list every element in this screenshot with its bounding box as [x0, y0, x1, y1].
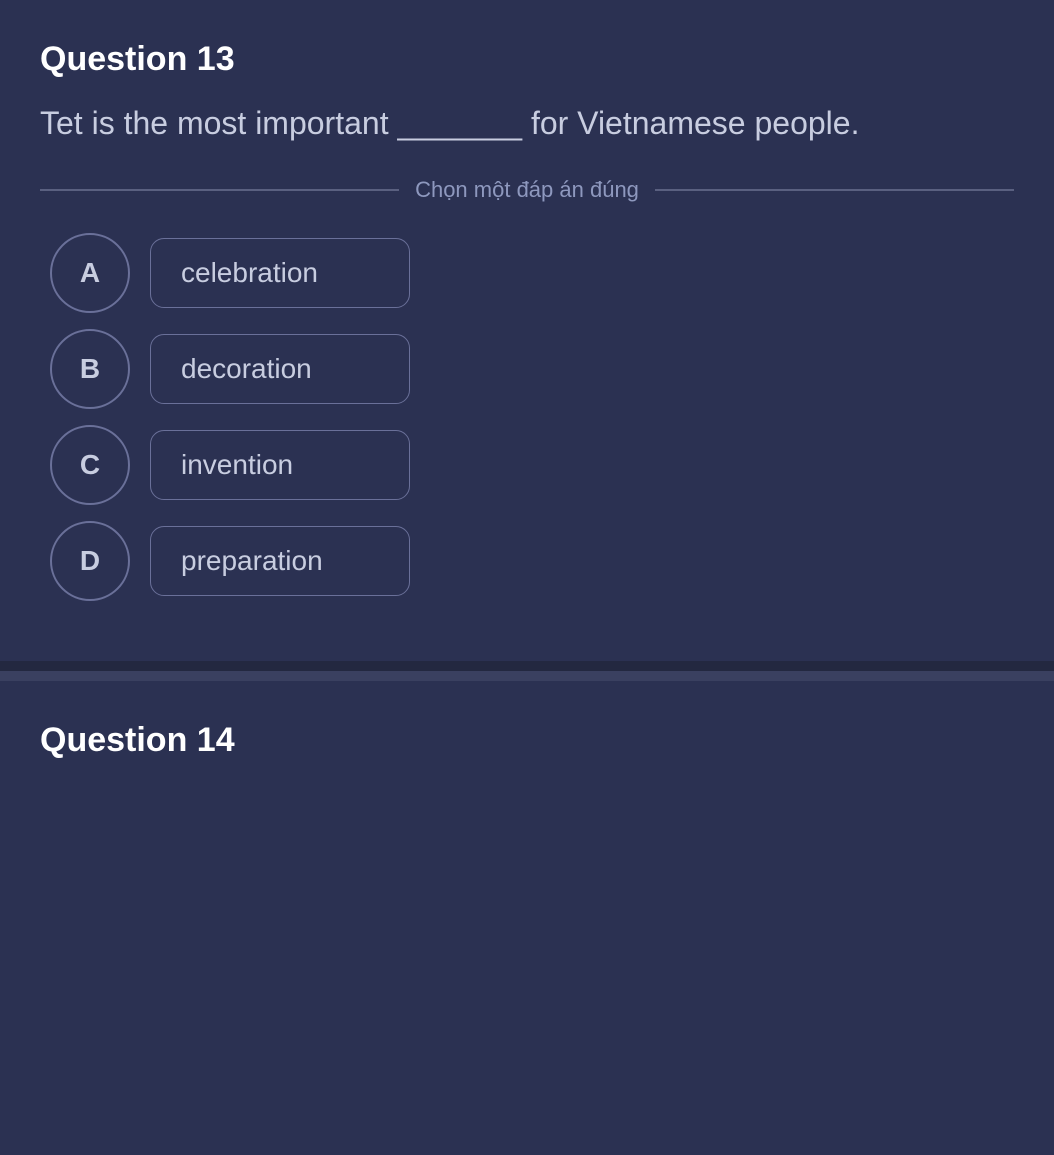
- option-text-d: preparation: [150, 526, 410, 596]
- question14-section: Question 14: [0, 681, 1054, 780]
- option-letter-d: D: [50, 521, 130, 601]
- page-container: Question 13 Tet is the most important __…: [0, 0, 1054, 1155]
- question13-text: Tet is the most important _______ for Vi…: [40, 99, 1014, 147]
- separator-dark: [0, 661, 1054, 671]
- options-container: A celebration B decoration C: [40, 233, 1014, 601]
- option-row-c[interactable]: C invention: [50, 425, 1004, 505]
- option-row-d[interactable]: D preparation: [50, 521, 1004, 601]
- question13-section: Question 13 Tet is the most important __…: [0, 0, 1054, 631]
- option-text-b: decoration: [150, 334, 410, 404]
- option-letter-b: B: [50, 329, 130, 409]
- option-letter-a: A: [50, 233, 130, 313]
- separator-medium: [0, 671, 1054, 681]
- question14-title: Question 14: [40, 721, 1014, 760]
- question13-title: Question 13: [40, 40, 1014, 79]
- option-row-a[interactable]: A celebration: [50, 233, 1004, 313]
- divider-line-right: [655, 189, 1014, 191]
- divider-label: Chọn một đáp án đúng: [415, 177, 639, 203]
- divider-line-left: [40, 189, 399, 191]
- option-letter-c: C: [50, 425, 130, 505]
- option-text-a: celebration: [150, 238, 410, 308]
- option-text-c: invention: [150, 430, 410, 500]
- option-row-b[interactable]: B decoration: [50, 329, 1004, 409]
- divider-row: Chọn một đáp án đúng: [40, 177, 1014, 203]
